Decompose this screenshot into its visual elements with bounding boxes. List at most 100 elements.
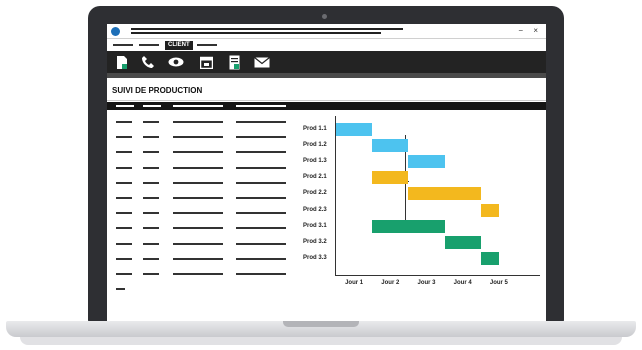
app-window: − × CLIENT SUIVI DE PRODUCTION Prod 1.1 … <box>107 24 546 322</box>
table-cell <box>116 212 132 215</box>
gantt-bar[interactable] <box>480 251 499 265</box>
table-cell <box>173 121 223 123</box>
tab-placeholder <box>139 44 159 46</box>
gantt-bar[interactable] <box>480 203 499 217</box>
table-cell <box>173 197 223 199</box>
gantt-row-label: Prod 3.1 <box>303 222 327 229</box>
header-cell <box>236 105 286 107</box>
table-cell <box>143 273 159 275</box>
gantt-bar[interactable] <box>372 139 409 153</box>
table-cell <box>173 227 223 230</box>
table-cell <box>173 181 223 184</box>
calendar-icon[interactable] <box>198 54 214 70</box>
table-cell <box>236 257 286 260</box>
tab-2[interactable] <box>139 41 159 50</box>
mail-icon[interactable] <box>254 54 270 70</box>
header-cell <box>116 105 134 107</box>
table-cell <box>116 166 132 169</box>
header-cell <box>143 105 161 107</box>
x-tick-label: Jour 1 <box>345 280 364 286</box>
gantt-bar[interactable] <box>372 219 445 233</box>
table-cell <box>236 227 286 230</box>
camera-icon <box>322 14 327 19</box>
x-tick-label: Jour 5 <box>489 280 508 286</box>
table-cell <box>143 212 159 215</box>
page-title: SUIVI DE PRODUCTION <box>112 86 203 95</box>
table-cell <box>236 166 286 169</box>
table-cell <box>116 273 132 275</box>
table-cell <box>143 136 159 139</box>
gantt-bar[interactable] <box>444 235 481 249</box>
table-cell <box>143 151 159 154</box>
toolbar <box>107 51 546 73</box>
window-controls: − × <box>518 26 542 35</box>
table-cell <box>236 212 286 215</box>
title-line <box>131 32 381 34</box>
header-cell <box>173 105 223 107</box>
gantt-bar[interactable] <box>372 171 409 185</box>
table-cell <box>116 242 132 245</box>
table-cell <box>173 257 223 260</box>
table-cell <box>143 181 159 184</box>
gantt-row-label: Prod 1.1 <box>303 126 327 132</box>
table-cell <box>116 136 132 139</box>
gantt-row-label: Prod 3.2 <box>303 238 327 245</box>
table-cell <box>173 136 223 139</box>
gantt-bar[interactable] <box>336 123 373 136</box>
phone-icon[interactable] <box>140 54 156 70</box>
x-tick-label: Jour 2 <box>381 280 400 286</box>
gantt-bar[interactable] <box>408 187 481 201</box>
table-cell <box>116 181 132 184</box>
tab-bar: CLIENT <box>107 39 546 51</box>
table-cell <box>143 257 159 260</box>
tab-4[interactable] <box>197 41 217 50</box>
gantt-row-label: Prod 2.3 <box>303 206 327 213</box>
divider <box>107 100 546 101</box>
tab-client[interactable]: CLIENT <box>165 41 193 50</box>
table-cell <box>173 212 223 215</box>
gantt-row-label: Prod 1.3 <box>303 158 327 165</box>
x-tick-label: Jour 3 <box>417 280 436 286</box>
table-cell <box>236 242 286 245</box>
laptop-shadow <box>20 337 622 345</box>
table-cell <box>143 166 159 169</box>
table-cell <box>116 151 132 154</box>
table-cell <box>173 273 223 275</box>
app-logo-icon <box>111 27 120 36</box>
laptop-notch <box>283 321 359 327</box>
tab-1[interactable] <box>113 41 133 50</box>
eye-icon[interactable] <box>168 54 184 70</box>
new-document-icon[interactable] <box>114 54 130 70</box>
minimize-button[interactable]: − <box>518 26 527 35</box>
table-cell <box>236 136 286 139</box>
table-cell <box>143 227 159 230</box>
table-cell <box>236 273 286 275</box>
gantt-row-label: Prod 2.1 <box>303 174 327 181</box>
gantt-row-label: Prod 2.2 <box>303 190 327 197</box>
table-cell <box>143 121 159 123</box>
table-cell <box>116 227 132 230</box>
gantt-row-label: Prod 3.3 <box>303 254 327 261</box>
table-cell <box>116 121 132 123</box>
table-cell <box>143 197 159 199</box>
table-cell <box>236 121 286 123</box>
tab-placeholder <box>113 44 133 46</box>
x-axis <box>335 275 540 276</box>
title-line <box>131 28 403 30</box>
table-cell <box>143 242 159 245</box>
x-tick-label: Jour 4 <box>453 280 472 286</box>
table-cell <box>236 181 286 184</box>
table-cell <box>116 288 125 290</box>
table-cell <box>116 257 132 260</box>
table-cell <box>116 197 132 199</box>
report-icon[interactable] <box>226 54 242 70</box>
tab-placeholder <box>197 44 217 46</box>
gantt-bar[interactable] <box>408 155 445 169</box>
close-button[interactable]: × <box>533 26 542 35</box>
table-cell <box>173 242 223 245</box>
table-cell <box>236 151 286 154</box>
table-cell <box>173 166 223 169</box>
title-bar: − × <box>107 24 546 39</box>
gantt-row-label: Prod 1.2 <box>303 142 327 149</box>
toolbar-divider <box>107 73 546 78</box>
